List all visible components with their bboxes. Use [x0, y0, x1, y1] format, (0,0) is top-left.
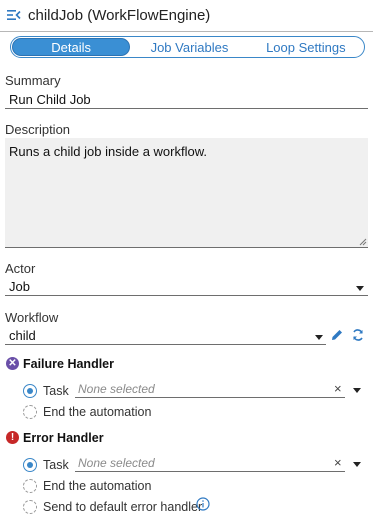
failure-task-select[interactable]: None selected [75, 380, 345, 398]
description-label: Description [5, 122, 71, 137]
error-default-radio[interactable] [23, 500, 37, 514]
pencil-icon[interactable] [330, 328, 344, 342]
summary-value: Run Child Job [9, 92, 91, 107]
description-value: Runs a child job inside a workflow. [9, 144, 207, 159]
summary-label: Summary [5, 73, 61, 88]
failure-handler-title: Failure Handler [23, 357, 114, 371]
summary-input[interactable]: Run Child Job [5, 91, 368, 109]
panel-header: childJob (WorkFlowEngine) [0, 0, 373, 32]
failure-end-label: End the automation [43, 405, 152, 419]
clear-icon[interactable]: × [334, 381, 342, 396]
tab-job-variables[interactable]: Job Variables [131, 37, 247, 57]
chevron-down-icon [315, 335, 323, 340]
error-end-label: End the automation [43, 479, 152, 493]
error-default-label: Send to default error handler [43, 500, 203, 514]
workflow-label: Workflow [5, 310, 59, 325]
resize-grip-icon[interactable] [359, 238, 367, 246]
panel-title: childJob (WorkFlowEngine) [28, 7, 211, 24]
description-textarea[interactable]: Runs a child job inside a workflow. [5, 138, 368, 248]
actor-label: Actor [5, 261, 36, 276]
info-icon[interactable] [196, 497, 210, 511]
actor-select[interactable]: Job [5, 278, 368, 296]
chevron-down-icon[interactable] [353, 388, 361, 393]
workflow-select[interactable]: child [5, 327, 326, 345]
refresh-icon[interactable] [351, 328, 365, 342]
tab-bar: Details Job Variables Loop Settings [10, 36, 365, 58]
failure-end-radio[interactable] [23, 405, 37, 419]
error-end-radio[interactable] [23, 479, 37, 493]
actor-value: Job [9, 279, 30, 294]
x-circle-icon: ✕ [6, 357, 19, 370]
chevron-down-icon [356, 286, 364, 291]
error-task-label: Task [43, 458, 69, 472]
failure-task-radio[interactable] [23, 384, 37, 398]
tab-details[interactable]: Details [13, 39, 130, 55]
error-task-radio[interactable] [23, 458, 37, 472]
exclamation-circle-icon: ! [6, 431, 19, 444]
failure-task-placeholder: None selected [78, 382, 155, 396]
clear-icon[interactable]: × [334, 455, 342, 470]
workflow-value: child [9, 328, 36, 343]
error-task-select[interactable]: None selected [75, 454, 345, 472]
tab-loop-settings[interactable]: Loop Settings [248, 37, 364, 57]
collapse-panel-icon[interactable] [7, 9, 21, 21]
chevron-down-icon[interactable] [353, 462, 361, 467]
failure-task-label: Task [43, 384, 69, 398]
error-task-placeholder: None selected [78, 456, 155, 470]
error-handler-title: Error Handler [23, 431, 104, 445]
